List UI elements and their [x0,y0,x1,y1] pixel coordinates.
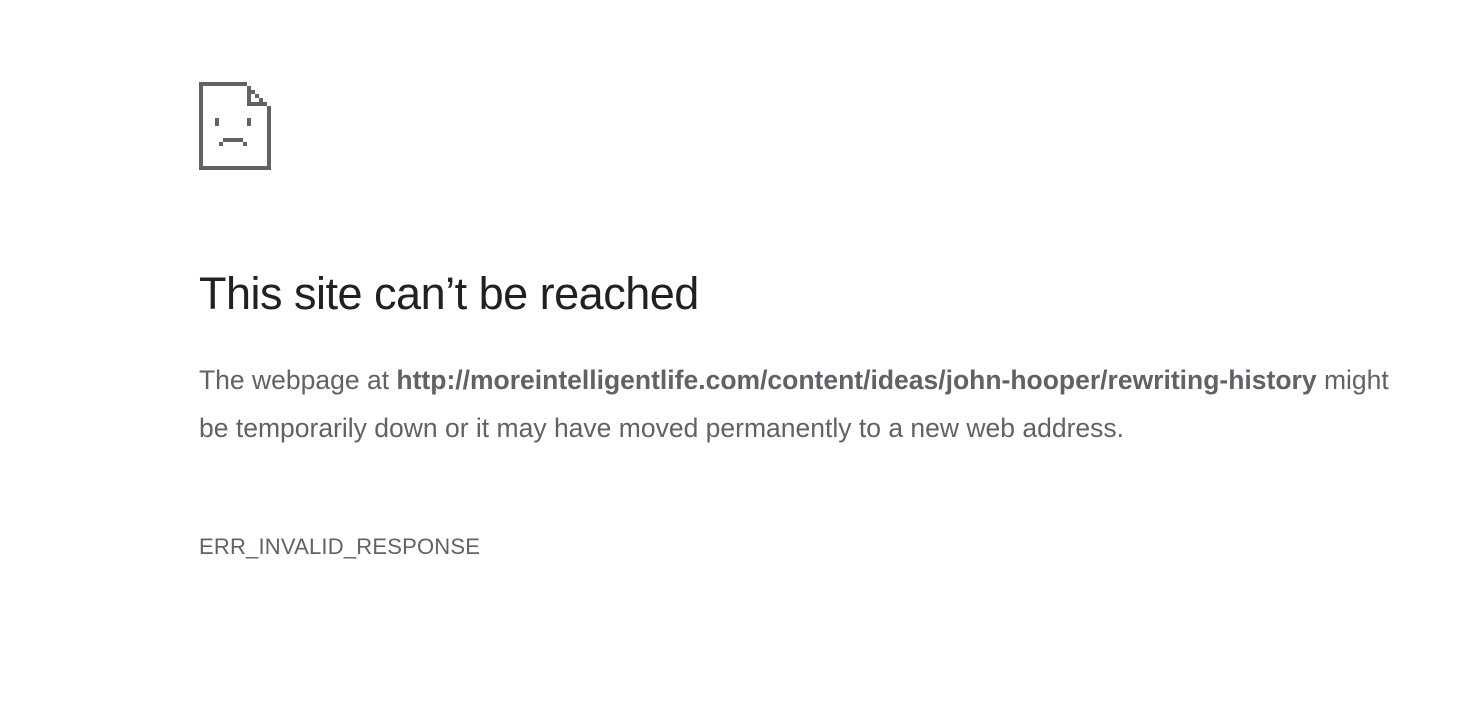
error-page: This site can’t be reached The webpage a… [0,0,1483,703]
error-message: The webpage at http://moreintelligentlif… [199,356,1399,452]
page-title: This site can’t be reached [199,268,699,319]
error-content: This site can’t be reached The webpage a… [199,82,1399,559]
message-prefix: The webpage at [199,365,397,395]
error-code: ERR_INVALID_RESPONSE [199,534,481,559]
failed-url: http://moreintelligentlife.com/content/i… [396,365,1317,395]
sad-page-icon [199,82,271,170]
